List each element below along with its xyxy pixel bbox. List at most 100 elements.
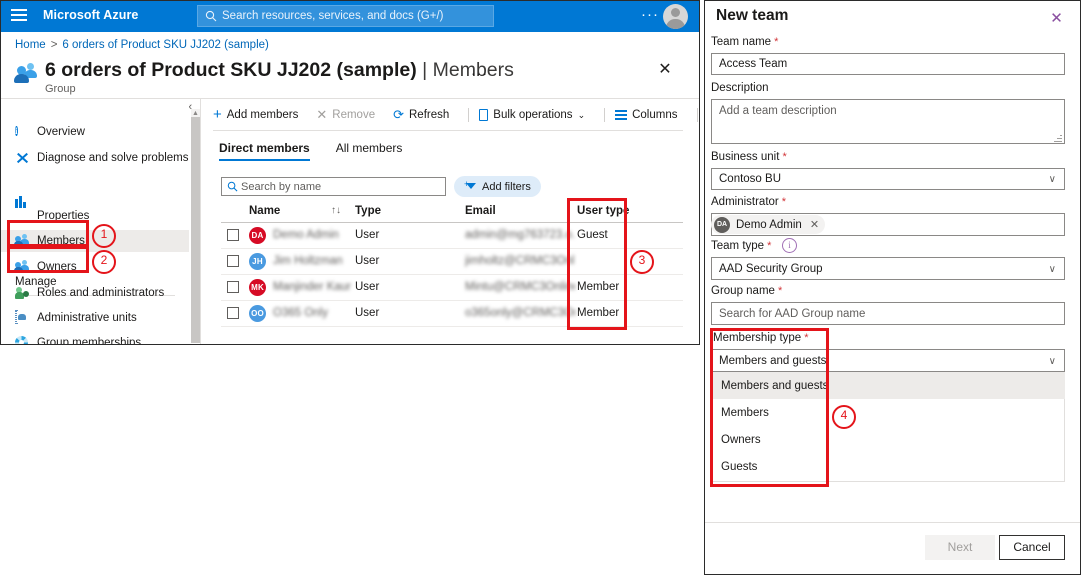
- description-field[interactable]: Add a team description: [711, 99, 1065, 144]
- membership-type-value: Members and guests: [719, 355, 827, 367]
- option-members[interactable]: Members: [711, 399, 1065, 426]
- membership-type-dropdown[interactable]: Members and guests ∨: [711, 349, 1065, 372]
- topbar-more-button[interactable]: ···: [641, 7, 659, 22]
- azure-portal-window: Microsoft Azure Search resources, servic…: [0, 0, 700, 345]
- column-header-type[interactable]: Type: [355, 205, 381, 217]
- cell-email: jimholtz@CRMC3Onli...: [465, 255, 575, 267]
- cell-email: Mintu@CRMC3Online...: [465, 281, 575, 293]
- row-checkbox[interactable]: [227, 255, 239, 267]
- nav-scroll-up-arrow[interactable]: ▲: [191, 109, 200, 118]
- sidebar-item-roles-and-administrators[interactable]: Roles and administrators: [1, 282, 189, 304]
- gear-icon: [15, 336, 29, 344]
- page-title-more-button[interactable]: ···: [471, 65, 488, 81]
- business-unit-dropdown[interactable]: Contoso BU ∨: [711, 168, 1065, 190]
- label-team-type: Team type *: [711, 240, 772, 252]
- cell-name: Jim Holtzman: [273, 255, 343, 267]
- tab-all-members[interactable]: All members: [336, 141, 403, 161]
- close-icon[interactable]: ✕: [1048, 10, 1065, 27]
- group-name-placeholder: Search for AAD Group name: [719, 308, 866, 320]
- breadcrumb-current[interactable]: 6 orders of Product SKU JJ202 (sample): [62, 39, 268, 51]
- info-icon[interactable]: i: [782, 238, 797, 253]
- people-icon: [14, 260, 29, 274]
- group-name-field[interactable]: Search for AAD Group name: [711, 302, 1065, 325]
- pivot-tabs: Direct members All members: [219, 141, 428, 161]
- cell-type: User: [355, 229, 380, 241]
- next-button[interactable]: Next: [925, 535, 995, 560]
- team-type-value: AAD Security Group: [719, 263, 823, 275]
- chevron-down-icon: ∨: [1048, 356, 1056, 367]
- azure-brand-label[interactable]: Microsoft Azure: [43, 8, 139, 22]
- tab-direct-members[interactable]: Direct members: [219, 141, 310, 161]
- breadcrumb: Home >6 orders of Product SKU JJ202 (samp…: [15, 39, 269, 51]
- search-icon: [227, 181, 238, 192]
- administrator-person-pill[interactable]: DA Demo Admin ✕: [711, 215, 826, 234]
- table-row[interactable]: DA Demo Admin User admin@mg763723.o... G…: [221, 222, 683, 248]
- cell-name: Demo Admin: [273, 229, 339, 241]
- people-icon: [14, 234, 29, 248]
- remove-button[interactable]: ✕ Remove: [316, 105, 384, 125]
- column-header-email[interactable]: Email: [465, 205, 496, 217]
- sidebar-item-overview[interactable]: i Overview: [1, 121, 189, 143]
- annotation-callout-4: 4: [832, 405, 856, 429]
- avatar: DA: [714, 216, 730, 233]
- table-row[interactable]: JH Jim Holtzman User jimholtz@CRMC3Onli.…: [221, 248, 683, 274]
- chevron-down-icon: ∨: [1048, 174, 1056, 185]
- sort-icon[interactable]: ↑↓: [331, 205, 341, 216]
- avatar: MK: [249, 279, 266, 296]
- sidebar-item-administrative-units[interactable]: Administrative units: [1, 307, 189, 329]
- hamburger-icon[interactable]: [11, 9, 27, 24]
- sidebar-item-label: Owners: [37, 261, 77, 273]
- cell-type: User: [355, 307, 380, 319]
- sidebar-item-label: Diagnose and solve problems: [37, 152, 189, 164]
- sidebar-item-label: Roles and administrators: [37, 287, 165, 299]
- close-blade-button[interactable]: ✕: [656, 61, 674, 79]
- option-owners[interactable]: Owners: [711, 426, 1065, 453]
- table-row[interactable]: OO O365 Only User o365only@CRMC3On... Me…: [221, 300, 683, 327]
- cell-user-type: Member: [577, 307, 620, 319]
- annotation-callout-3: 3: [630, 250, 654, 274]
- column-header-user-type[interactable]: User type: [577, 205, 629, 217]
- label-description: Description: [711, 82, 769, 94]
- cell-type: User: [355, 255, 380, 267]
- page-title: 6 orders of Product SKU JJ202 (sample) |…: [45, 59, 514, 82]
- nav-scrollbar-thumb[interactable]: [191, 117, 200, 343]
- column-header-name[interactable]: Name: [249, 205, 280, 217]
- avatar: JH: [249, 253, 266, 270]
- table-row[interactable]: MK Manjinder Kaur User Mintu@CRMC3Online…: [221, 274, 683, 300]
- info-icon: i: [15, 126, 18, 136]
- required-marker: *: [774, 285, 783, 297]
- breadcrumb-home[interactable]: Home: [15, 39, 46, 51]
- resize-grip-icon[interactable]: [1054, 134, 1062, 142]
- sidebar-item-properties[interactable]: Properties: [1, 196, 189, 227]
- row-checkbox[interactable]: [227, 229, 239, 241]
- chevron-down-icon: ⌄: [577, 109, 586, 120]
- columns-label: Columns: [632, 109, 678, 121]
- search-icon: [205, 10, 217, 22]
- account-avatar-icon[interactable]: [663, 4, 688, 29]
- global-search-input[interactable]: Search resources, services, and docs (G+…: [197, 5, 494, 27]
- add-filters-button[interactable]: + Add filters: [454, 176, 541, 197]
- members-table: Name ↑↓ Type Email User type DA Demo Adm…: [221, 201, 683, 327]
- option-guests[interactable]: Guests: [711, 453, 1065, 480]
- cell-name: O365 Only: [273, 307, 328, 319]
- columns-button[interactable]: Columns: [615, 105, 686, 125]
- row-checkbox[interactable]: [227, 307, 239, 319]
- bulk-operations-button[interactable]: Bulk operations ⌄: [479, 105, 594, 125]
- team-type-dropdown[interactable]: AAD Security Group ∨: [711, 257, 1065, 280]
- sidebar-item-diagnose[interactable]: Diagnose and solve problems: [1, 147, 189, 169]
- team-name-field[interactable]: Access Team: [711, 53, 1065, 75]
- wrench-icon: [15, 151, 29, 165]
- refresh-button[interactable]: ⟳ Refresh: [393, 105, 458, 125]
- row-checkbox[interactable]: [227, 281, 239, 293]
- add-members-label: Add members: [226, 109, 299, 121]
- group-people-icon: [14, 61, 39, 83]
- administrative-unit-icon: [15, 310, 29, 325]
- page-title-divider: |: [422, 59, 428, 81]
- administrator-name: Demo Admin: [736, 218, 802, 231]
- remove-person-icon[interactable]: ✕: [810, 218, 819, 231]
- search-input[interactable]: Search by name: [221, 177, 446, 196]
- option-members-and-guests[interactable]: Members and guests: [711, 372, 1065, 399]
- sidebar-item-group-memberships[interactable]: Group memberships: [1, 332, 189, 344]
- add-members-button[interactable]: + Add members: [213, 105, 307, 125]
- cancel-button[interactable]: Cancel: [999, 535, 1065, 560]
